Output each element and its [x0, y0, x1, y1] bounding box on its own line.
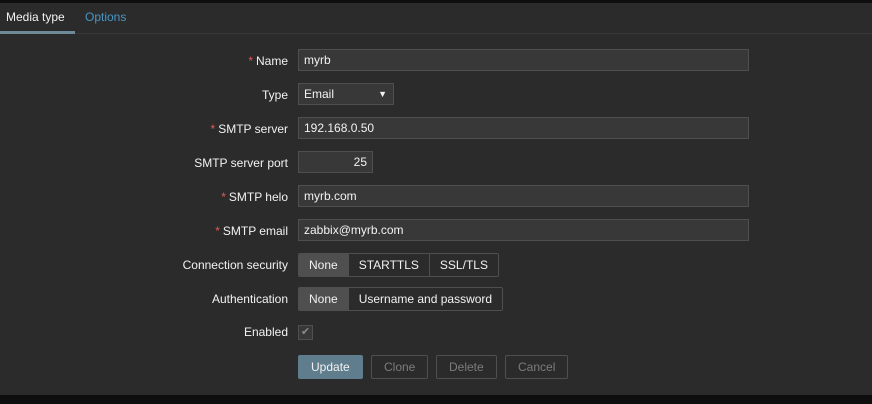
- type-row: Type Email ▼: [0, 83, 872, 107]
- required-mark: *: [248, 54, 253, 68]
- auth-username-password[interactable]: Username and password: [347, 288, 503, 310]
- auth-label: Authentication: [211, 292, 288, 306]
- security-label: Connection security: [182, 258, 288, 272]
- auth-row: Authentication None Username and passwor…: [0, 287, 872, 311]
- smtp-port-input[interactable]: 25: [298, 151, 373, 173]
- name-row: * Name myrb: [0, 49, 872, 73]
- smtp-server-input[interactable]: 192.168.0.50: [298, 117, 749, 139]
- delete-button[interactable]: Delete: [436, 355, 497, 379]
- smtp-helo-input[interactable]: myrb.com: [298, 185, 749, 207]
- name-label: * Name: [248, 54, 288, 68]
- tab-options[interactable]: Options: [79, 3, 132, 31]
- smtp-email-label: * SMTP email: [215, 224, 288, 238]
- smtp-email-row: * SMTP email zabbix@myrb.com: [0, 219, 872, 243]
- smtp-helo-label: * SMTP helo: [221, 190, 288, 204]
- security-row: Connection security None STARTTLS SSL/TL…: [0, 253, 872, 277]
- auth-segmented: None Username and password: [298, 287, 504, 311]
- auth-none[interactable]: None: [299, 288, 348, 310]
- security-none[interactable]: None: [299, 254, 348, 276]
- type-label: Type: [261, 88, 288, 102]
- security-ssltls[interactable]: SSL/TLS: [428, 254, 498, 276]
- smtp-server-label: * SMTP server: [210, 122, 288, 136]
- smtp-port-label: SMTP server port: [194, 156, 288, 170]
- type-select[interactable]: Email ▼: [298, 83, 394, 105]
- check-icon: ✔: [300, 326, 311, 338]
- clone-button[interactable]: Clone: [371, 355, 429, 379]
- tab-bar: Media type Options: [0, 3, 872, 34]
- button-row: Update Clone Delete Cancel: [0, 355, 872, 379]
- security-segmented: None STARTTLS SSL/TLS: [298, 253, 499, 277]
- name-input[interactable]: myrb: [298, 49, 749, 71]
- bottom-bar: [0, 395, 872, 404]
- cancel-button[interactable]: Cancel: [505, 355, 569, 379]
- chevron-down-icon: ▼: [378, 89, 387, 99]
- enabled-checkbox[interactable]: ✔: [298, 325, 313, 340]
- enabled-label: Enabled: [243, 325, 288, 339]
- smtp-port-row: SMTP server port 25: [0, 151, 872, 175]
- enabled-row: Enabled ✔: [0, 323, 872, 347]
- smtp-email-input[interactable]: zabbix@myrb.com: [298, 219, 749, 241]
- security-starttls[interactable]: STARTTLS: [347, 254, 429, 276]
- smtp-helo-row: * SMTP helo myrb.com: [0, 185, 872, 209]
- update-button[interactable]: Update: [298, 355, 363, 379]
- tab-media-type[interactable]: Media type: [0, 3, 75, 34]
- smtp-server-row: * SMTP server 192.168.0.50: [0, 117, 872, 141]
